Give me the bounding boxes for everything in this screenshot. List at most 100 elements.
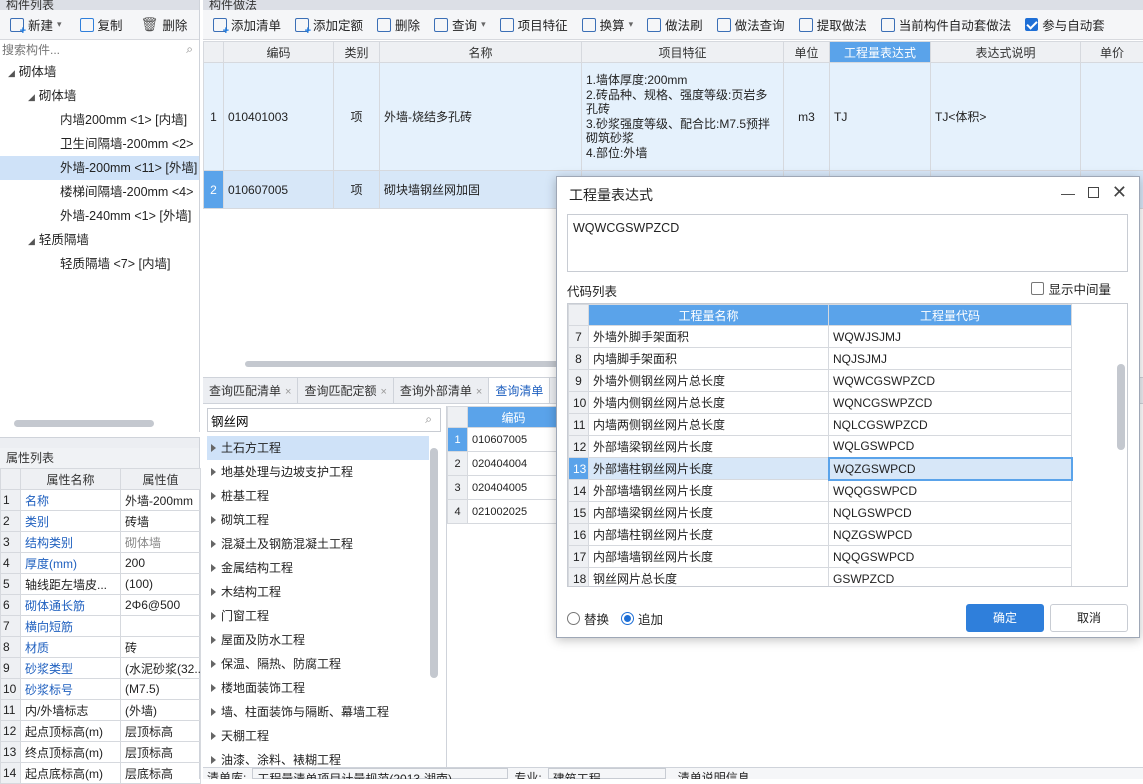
category-item[interactable]: 油漆、涂料、裱糊工程 (207, 748, 429, 766)
quantity-code[interactable]: NQLGSWPCD (829, 502, 1072, 524)
name-cell[interactable]: 外墙-烧结多孔砖 (380, 63, 582, 171)
query-search-input[interactable] (208, 409, 408, 431)
code-row[interactable]: 17内部墙墙钢丝网片长度NQQGSWPCD (569, 546, 1072, 568)
property-value[interactable] (121, 616, 201, 637)
expand-caret-icon[interactable]: ◢ (28, 92, 35, 102)
category-item[interactable]: 门窗工程 (207, 604, 429, 628)
property-row[interactable]: 1名称外墙-200mm (1, 490, 201, 511)
code-row[interactable]: 14外部墙墙钢丝网片长度WQQGSWPCD (569, 480, 1072, 502)
minimize-icon[interactable]: — (1061, 185, 1075, 201)
category-item[interactable]: 屋面及防水工程 (207, 628, 429, 652)
show-intermediate-checkbox[interactable] (1031, 282, 1044, 295)
tree-item[interactable]: ◢砌体墙 (0, 84, 199, 108)
property-value[interactable]: 砌体墙 (121, 532, 201, 553)
category-item[interactable]: 楼地面装饰工程 (207, 676, 429, 700)
property-row[interactable]: 8材质砖 (1, 637, 201, 658)
result-code[interactable]: 020404005 (468, 476, 560, 500)
property-row[interactable]: 10砂浆标号(M7.5) (1, 679, 201, 700)
quantity-name[interactable]: 内部墙墙钢丝网片长度 (589, 546, 829, 568)
code-row[interactable]: 7外墙外脚手架面积WQWJSJMJ (569, 326, 1072, 348)
quantity-name[interactable]: 外部墙梁钢丝网片长度 (589, 436, 829, 458)
tree-item[interactable]: 卫生间隔墙-200mm <2> (0, 132, 199, 156)
quantity-code[interactable]: NQLCGSWPZCD (829, 414, 1072, 436)
quantity-name[interactable]: 外部墙墙钢丝网片长度 (589, 480, 829, 502)
code-row[interactable]: 8内墙脚手架面积NQJSJMJ (569, 348, 1072, 370)
property-row[interactable]: 7横向短筋 (1, 616, 201, 637)
expression-input[interactable]: WQWCGSWPZCD (567, 214, 1128, 272)
method-hscrollbar[interactable] (245, 361, 605, 367)
result-row[interactable]: 2020404004 (448, 452, 560, 476)
close-tab-icon[interactable]: × (380, 386, 386, 398)
property-value[interactable]: (外墙) (121, 700, 201, 721)
property-value[interactable]: 2Φ6@500 (121, 595, 201, 616)
result-code[interactable]: 021002025 (468, 500, 560, 524)
quantity-name[interactable]: 外墙外侧钢丝网片总长度 (589, 370, 829, 392)
property-value[interactable]: (M7.5) (121, 679, 201, 700)
price-cell[interactable] (1081, 63, 1143, 171)
toolbar-button-7[interactable]: 做法查询 (711, 13, 791, 37)
query-tab-1[interactable]: 查询匹配定额× (298, 378, 393, 403)
delete-component-button[interactable]: 🗑删除 (135, 13, 194, 37)
property-row[interactable]: 11内/外墙标志(外墙) (1, 700, 201, 721)
category-scrollbar[interactable] (430, 448, 438, 678)
property-row[interactable]: 2类别砖墙 (1, 511, 201, 532)
quantity-name[interactable]: 钢丝网片总长度 (589, 568, 829, 588)
property-row[interactable]: 4厚度(mm)200 (1, 553, 201, 574)
property-row[interactable]: 3结构类别砌体墙 (1, 532, 201, 553)
tree-item[interactable]: 外墙-240mm <1> [外墙] (0, 204, 199, 228)
close-tab-icon[interactable]: × (476, 386, 482, 398)
append-option[interactable]: 追加 (621, 609, 663, 628)
code-row[interactable]: 10外墙内侧钢丝网片总长度WQNCGSWPZCD (569, 392, 1072, 414)
component-search-input[interactable] (0, 40, 199, 60)
quantity-code[interactable]: WQLGSWPCD (829, 436, 1072, 458)
code-row[interactable]: 18钢丝网片总长度GSWPZCD (569, 568, 1072, 588)
category-item[interactable]: 砌筑工程 (207, 508, 429, 532)
category-item[interactable]: 木结构工程 (207, 580, 429, 604)
property-value[interactable]: 200 (121, 553, 201, 574)
quantity-name[interactable]: 内部墙梁钢丝网片长度 (589, 502, 829, 524)
append-radio[interactable] (621, 612, 634, 625)
category-item[interactable]: 土石方工程 (207, 436, 429, 460)
toolbar-button-3[interactable]: 查询▾ (428, 13, 492, 37)
category-item[interactable]: 金属结构工程 (207, 556, 429, 580)
category-item[interactable]: 地基处理与边坡支护工程 (207, 460, 429, 484)
tree-item[interactable]: 内墙200mm <1> [内墙] (0, 108, 199, 132)
property-value[interactable]: 层顶标高 (121, 742, 201, 763)
toolbar-button-1[interactable]: 添加定额 (289, 13, 369, 37)
result-row[interactable]: 1010607005 (448, 428, 560, 452)
method-row[interactable]: 1010401003项外墙-烧结多孔砖1.墙体厚度:200mm2.砖品种、规格、… (204, 63, 1143, 171)
property-value[interactable]: 外墙-200mm (121, 490, 201, 511)
toolbar-button-2[interactable]: 删除 (371, 13, 426, 37)
tree-item[interactable]: 外墙-200mm <11> [外墙] (0, 156, 199, 180)
property-row[interactable]: 5轴线距左墙皮...(100) (1, 574, 201, 595)
expression-desc-cell[interactable]: TJ<体积> (931, 63, 1081, 171)
category-item[interactable]: 天棚工程 (207, 724, 429, 748)
property-row[interactable]: 6砌体通长筋2Φ6@500 (1, 595, 201, 616)
toolbar-button-6[interactable]: 做法刷 (641, 13, 709, 37)
quantity-code[interactable]: NQJSJMJ (829, 348, 1072, 370)
type-cell[interactable]: 项 (334, 171, 380, 209)
maximize-icon[interactable] (1088, 187, 1099, 198)
quantity-name[interactable]: 内部墙柱钢丝网片长度 (589, 524, 829, 546)
category-item[interactable]: 混凝土及钢筋混凝土工程 (207, 532, 429, 556)
auto-apply-checkbox[interactable] (1025, 18, 1038, 31)
name-cell[interactable]: 砌块墙钢丝网加固 (380, 171, 582, 209)
code-row[interactable]: 15内部墙梁钢丝网片长度NQLGSWPCD (569, 502, 1072, 524)
category-item[interactable]: 墙、柱面装饰与隔断、幕墙工程 (207, 700, 429, 724)
search-icon[interactable]: ⌕ (425, 412, 432, 427)
quantity-name[interactable]: 外墙外脚手架面积 (589, 326, 829, 348)
code-row[interactable]: 11内墙两侧钢丝网片总长度NQLCGSWPZCD (569, 414, 1072, 436)
property-value[interactable]: 层顶标高 (121, 721, 201, 742)
cancel-button[interactable]: 取消 (1050, 604, 1128, 632)
toolbar-button-0[interactable]: 添加清单 (207, 13, 287, 37)
quantity-code[interactable]: NQZGSWPCD (829, 524, 1072, 546)
auto-apply-toggle[interactable]: 参与自动套 (1019, 13, 1111, 37)
unit-cell[interactable]: m3 (784, 63, 830, 171)
property-value[interactable]: 砖 (121, 637, 201, 658)
list-library-select[interactable]: 工程量清单项目计量规范(2013-湖南) (252, 768, 508, 779)
toolbar-button-4[interactable]: 项目特征 (494, 13, 574, 37)
features-cell[interactable]: 1.墙体厚度:200mm2.砖品种、规格、强度等级:页岩多孔砖3.砂浆强度等级、… (582, 63, 784, 171)
tree-item[interactable]: 轻质隔墙 <7> [内墙] (0, 252, 199, 276)
query-tab-3[interactable]: 查询清单 (489, 378, 550, 403)
code-row[interactable]: 16内部墙柱钢丝网片长度NQZGSWPCD (569, 524, 1072, 546)
